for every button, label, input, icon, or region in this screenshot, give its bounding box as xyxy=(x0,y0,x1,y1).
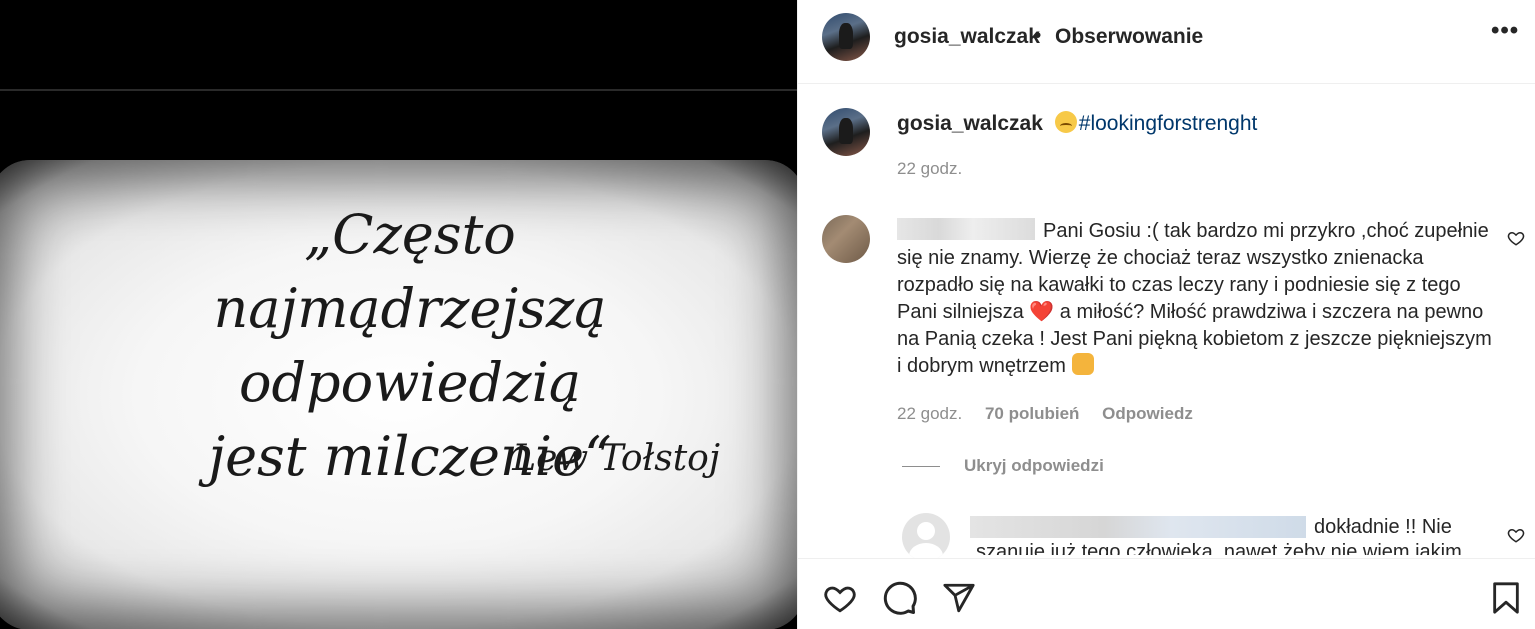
hide-replies-label: Ukryj odpowiedzi xyxy=(964,456,1104,475)
caption-timestamp[interactable]: 22 godz. xyxy=(897,159,962,179)
reply-button[interactable]: Odpowiedz xyxy=(1102,404,1193,423)
author-username[interactable]: gosia_walczak xyxy=(894,25,1040,49)
comment-meta: 22 godz. 70 polubień Odpowiedz xyxy=(897,404,1211,424)
comment-icon[interactable] xyxy=(882,581,918,617)
caption: gosia_walczak #lookingforstrenght xyxy=(897,111,1257,136)
commenter-avatar[interactable] xyxy=(822,215,870,263)
quote-line: odpowiedzią xyxy=(238,351,582,414)
caption-username[interactable]: gosia_walczak xyxy=(897,112,1043,135)
replier-avatar[interactable] xyxy=(902,513,950,561)
reply-text-continued: szanuje już tego człowieka, nawet żeby n… xyxy=(976,541,1462,555)
post-header: gosia_walczak • Obserwowanie ••• xyxy=(798,0,1535,84)
pensive-face-icon xyxy=(1054,111,1077,133)
author-avatar[interactable] xyxy=(822,13,870,61)
reply-text-cut-wrapper: szanuje już tego człowieka, nawet żeby n… xyxy=(976,541,1496,555)
share-icon[interactable] xyxy=(942,581,976,615)
hide-replies-button[interactable]: Ukryj odpowiedzi xyxy=(902,456,1104,476)
reply-text: dokładnie !! Nie xyxy=(1314,516,1452,538)
comment-timestamp[interactable]: 22 godz. xyxy=(897,404,962,423)
post-image[interactable]: „Często najmądrzejszą odpowiedzią jest m… xyxy=(0,0,797,629)
image-top-line xyxy=(0,89,797,91)
hide-replies-line xyxy=(902,466,940,468)
red-heart-icon: ❤️ xyxy=(1029,301,1055,323)
bookmark-icon[interactable] xyxy=(1491,581,1521,615)
heart-icon[interactable] xyxy=(822,581,858,615)
caption-avatar[interactable] xyxy=(822,108,870,156)
quote-author: Lew Tołstoj xyxy=(512,438,720,479)
reply-like-icon[interactable] xyxy=(1507,526,1525,544)
image-top-band xyxy=(0,0,797,90)
action-bar xyxy=(798,558,1535,629)
blurred-reply-username xyxy=(970,516,1306,538)
raising-hands-icon xyxy=(1071,353,1094,375)
post-side-panel: gosia_walczak • Obserwowanie ••• gosia_w… xyxy=(797,0,1535,629)
hashtag-link[interactable]: #lookingforstrenght xyxy=(1079,112,1258,135)
comment-like-icon[interactable] xyxy=(1507,229,1525,247)
more-options-icon[interactable]: ••• xyxy=(1491,17,1519,45)
comment-text: Pani Gosiu :( tak bardzo mi przykro ,cho… xyxy=(897,218,1497,380)
header-separator: • xyxy=(1034,24,1042,47)
comment-likes-count[interactable]: 70 polubień xyxy=(985,404,1079,423)
quote-line: „Często najmądrzejszą xyxy=(213,203,607,340)
following-button[interactable]: Obserwowanie xyxy=(1055,25,1203,49)
